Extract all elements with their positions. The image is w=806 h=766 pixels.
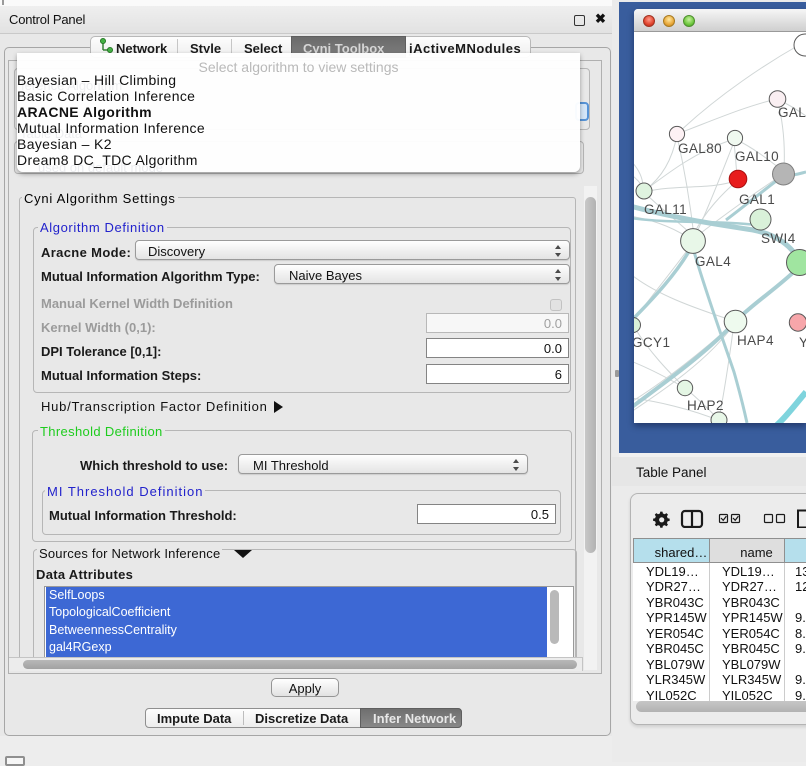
svg-text:GAL10: GAL10 xyxy=(735,149,779,164)
svg-text:GAL1: GAL1 xyxy=(739,192,775,207)
svg-text:GAL11: GAL11 xyxy=(644,202,687,217)
svg-text:HAP4: HAP4 xyxy=(737,333,774,348)
svg-text:HAP2: HAP2 xyxy=(687,398,724,413)
svg-text:Y: Y xyxy=(799,335,806,350)
svg-text:GAL: GAL xyxy=(778,105,806,120)
svg-text:SWI4: SWI4 xyxy=(761,231,796,246)
svg-text:GCY1: GCY1 xyxy=(634,335,670,350)
svg-text:GAL4: GAL4 xyxy=(695,254,731,269)
svg-text:GAL80: GAL80 xyxy=(678,141,722,156)
